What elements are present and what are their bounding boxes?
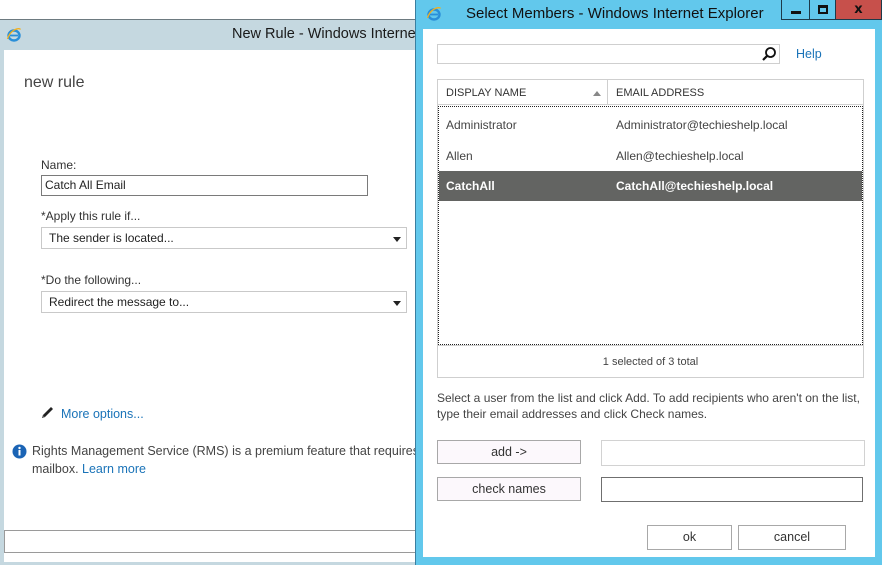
help-link[interactable]: Help [796,47,822,61]
row-email: CatchAll@techieshelp.local [616,179,774,193]
table-header: DISPLAY NAME EMAIL ADDRESS [438,80,863,105]
column-display-name-label: DISPLAY NAME [446,87,527,99]
table-body: Administrator Administrator@techieshelp.… [438,106,863,345]
sort-ascending-icon [593,91,601,96]
new-rule-form: new rule Name: Catch All Email *Apply th… [4,50,436,562]
search-input[interactable] [437,44,780,64]
footer-bar [4,530,420,553]
close-icon: x [854,2,863,17]
chevron-down-icon [393,301,401,306]
apply-rule-value: The sender is located... [49,231,174,245]
column-email-address-label: EMAIL ADDRESS [616,87,705,99]
info-text: Rights Management Service (RMS) is a pre… [32,444,437,458]
table-row-selected[interactable]: CatchAll CatchAll@techieshelp.local [439,171,862,201]
maximize-button[interactable] [809,0,835,20]
chevron-down-icon [393,237,401,242]
new-rule-window: New Rule - Windows Internet Explorer new… [0,19,478,565]
learn-more-link[interactable]: Learn more [82,462,146,476]
added-recipients-field[interactable] [601,440,865,466]
close-button[interactable]: x [835,0,882,20]
members-table: DISPLAY NAME EMAIL ADDRESS Administrator… [437,79,864,346]
do-following-value: Redirect the message to... [49,295,190,309]
check-names-button[interactable]: check names [437,477,581,501]
do-following-select[interactable]: Redirect the message to... [41,291,407,313]
name-label: Name: [41,158,77,172]
instructions: Select a user from the list and click Ad… [437,390,867,422]
add-button[interactable]: add -> [437,440,581,464]
window-controls: x [781,0,882,20]
instructions-line2: type their email addresses and click Che… [437,407,708,421]
ok-button[interactable]: ok [647,525,732,550]
dialog-body: Help DISPLAY NAME EMAIL ADDRESS Administ… [423,29,875,557]
dialog-title: Select Members - Windows Internet Explor… [466,5,764,22]
more-options-label: More options... [61,407,144,421]
row-display-name: Administrator [446,118,517,132]
name-field[interactable]: Catch All Email [41,175,368,196]
row-display-name: CatchAll [446,179,495,193]
selection-status: 1 selected of 3 total [437,346,864,378]
column-display-name[interactable]: DISPLAY NAME [438,80,608,105]
internet-explorer-icon [6,27,22,47]
info-text-line2: mailbox. [32,462,79,476]
apply-rule-select[interactable]: The sender is located... [41,227,407,249]
do-following-label: *Do the following... [41,273,142,287]
table-row[interactable]: Administrator Administrator@techieshelp.… [439,110,862,140]
select-members-dialog: Select Members - Windows Internet Explor… [415,0,882,565]
maximize-icon [817,5,828,14]
minimize-icon [790,10,801,14]
page-title: new rule [24,74,85,91]
desktop: New Rule - Windows Internet Explorer new… [0,0,882,565]
column-email-address[interactable]: EMAIL ADDRESS [608,80,863,105]
cancel-button[interactable]: cancel [738,525,846,550]
table-row[interactable]: Allen Allen@techieshelp.local [439,141,862,171]
new-rule-titlebar[interactable]: New Rule - Windows Internet Explorer [0,20,478,50]
apply-rule-label: *Apply this rule if... [41,209,141,223]
check-names-field[interactable] [601,477,863,502]
row-email: Allen@techieshelp.local [616,149,744,163]
internet-explorer-icon [426,6,442,26]
rms-info: Rights Management Service (RMS) is a pre… [12,442,436,478]
more-options-link[interactable]: More options... [40,405,144,423]
instructions-line1: Select a user from the list and click Ad… [437,391,860,405]
row-email: Administrator@techieshelp.local [616,118,788,132]
search-icon[interactable] [761,46,777,66]
row-display-name: Allen [446,149,473,163]
minimize-button[interactable] [781,0,809,20]
info-icon [12,444,27,464]
pencil-icon [40,405,55,423]
